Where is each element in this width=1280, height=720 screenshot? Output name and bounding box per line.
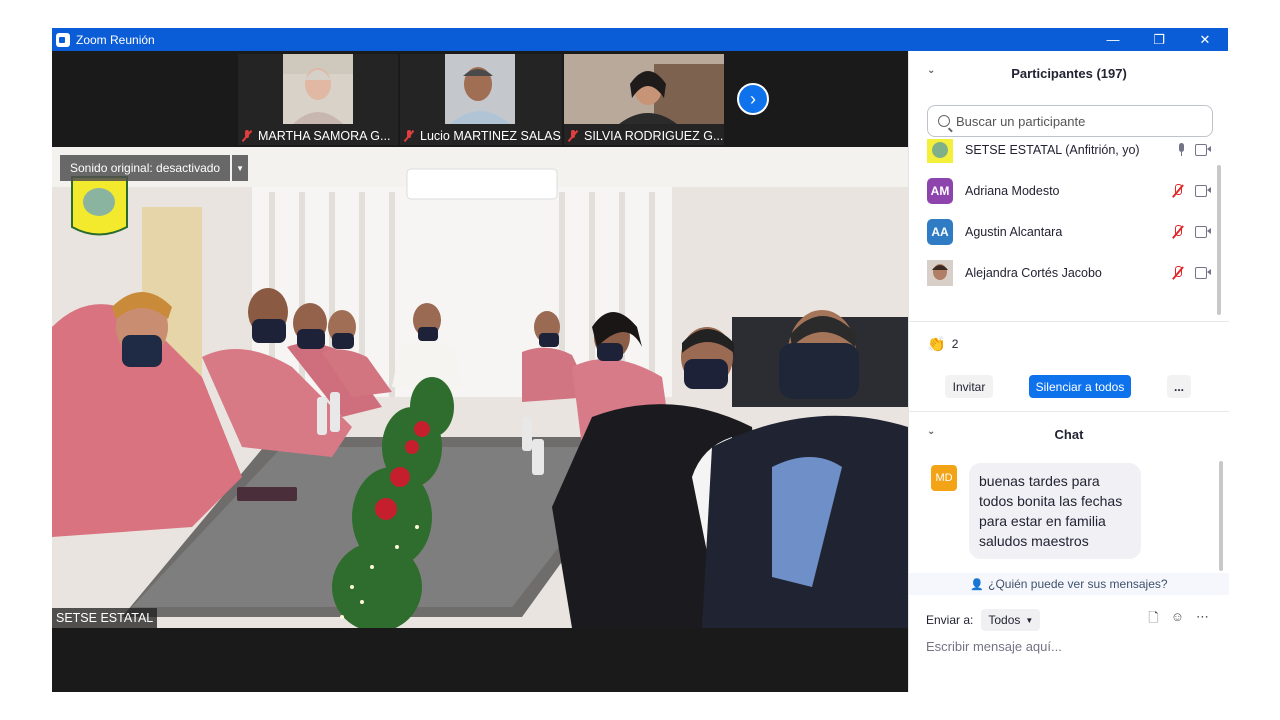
- speaker-name-label: SETSE ESTATAL: [52, 608, 158, 628]
- muted-mic-icon[interactable]: [1171, 224, 1185, 239]
- chevron-down-icon[interactable]: ⌄: [927, 426, 935, 437]
- muted-mic-icon: [404, 130, 414, 142]
- participants-header: ⌄ Participantes (197): [909, 51, 1229, 95]
- thumbnail-video[interactable]: MARTHA SAMORA G...: [238, 54, 398, 145]
- participant-video-image: [445, 54, 515, 124]
- mute-all-button[interactable]: Silenciar a todos: [1029, 375, 1131, 398]
- window-title: Zoom Reunión: [76, 32, 155, 47]
- chat-input[interactable]: [926, 635, 1216, 657]
- chat-title: Chat: [1054, 426, 1084, 442]
- avatar: MD: [931, 465, 957, 491]
- participant-name: Adriana Modesto: [965, 183, 1060, 198]
- clapping-hands-icon: 👏: [927, 336, 946, 353]
- participant-video-image: [564, 54, 724, 124]
- camera-icon[interactable]: [1195, 185, 1211, 197]
- search-placeholder: Buscar un participante: [956, 113, 1086, 129]
- send-to-label: Enviar a:: [926, 613, 974, 627]
- recipient-value: Todos: [988, 613, 1021, 627]
- muted-mic-icon: [242, 130, 252, 142]
- zoom-window: Zoom Reunión — ❐ ✕ MARTHA SAMORA G... Lu…: [52, 28, 1229, 692]
- setse-logo-icon: [927, 139, 953, 163]
- title-bar: Zoom Reunión — ❐ ✕: [52, 28, 1228, 51]
- restore-button[interactable]: ❐: [1136, 28, 1182, 51]
- muted-mic-icon: [568, 130, 578, 142]
- reactions-summary: 👏 2: [927, 335, 958, 353]
- camera-icon[interactable]: [1195, 144, 1211, 156]
- avatar: AM: [927, 177, 953, 204]
- participant-name: Agustin Alcantara: [965, 224, 1063, 239]
- emoji-icon[interactable]: ☺: [1171, 609, 1184, 631]
- thumbnail-name: MARTHA SAMORA G...: [258, 129, 391, 143]
- muted-mic-icon[interactable]: [1171, 183, 1185, 198]
- camera-icon[interactable]: [1195, 267, 1211, 279]
- participants-title: Participantes (197): [1011, 65, 1127, 81]
- meeting-room-video-image: [52, 147, 908, 628]
- who-can-see-messages[interactable]: 👤 ¿Quién puede ver sus mensajes?: [909, 573, 1229, 595]
- original-sound-label[interactable]: Sonido original: desactivado: [60, 155, 231, 181]
- participant-row[interactable]: Alejandra Cortés Jacobo: [927, 252, 1217, 293]
- participant-video-image: [283, 54, 353, 124]
- side-panel: ⌄ Participantes (197) Buscar un particip…: [908, 51, 1229, 692]
- original-sound-toggle[interactable]: Sonido original: desactivado ▼: [60, 155, 249, 181]
- participant-list-scrollbar[interactable]: [1217, 165, 1221, 315]
- more-icon[interactable]: ⋯: [1196, 609, 1209, 631]
- participant-list[interactable]: SETSE ESTATAL (Anfitrión, yo) AM Adriana…: [909, 139, 1217, 305]
- avatar: AA: [927, 218, 953, 245]
- reaction-count: 2: [951, 337, 959, 351]
- thumbnail-strip: MARTHA SAMORA G... Lucio MARTINEZ SALAS: [52, 51, 908, 147]
- thumbnail-video[interactable]: SILVIA RODRIGUEZ G...: [564, 54, 724, 145]
- minimize-button[interactable]: —: [1090, 28, 1136, 51]
- video-bottom-bar: [52, 628, 908, 692]
- chat-message: MD buenas tardes para todos bonita las f…: [931, 463, 1141, 559]
- main-speaker-video[interactable]: Sonido original: desactivado ▼ SETSE EST…: [52, 147, 908, 628]
- chevron-down-icon: ▼: [1025, 615, 1034, 625]
- invite-button[interactable]: Invitar: [945, 375, 993, 398]
- search-icon: [938, 115, 950, 127]
- mic-icon[interactable]: [1177, 143, 1185, 156]
- video-area: MARTHA SAMORA G... Lucio MARTINEZ SALAS: [52, 51, 908, 692]
- chat-message-text: buenas tardes para todos bonita las fech…: [969, 463, 1141, 559]
- thumbnail-name: Lucio MARTINEZ SALAS: [420, 129, 561, 143]
- chat-header: ⌄ Chat: [909, 412, 1229, 456]
- next-page-arrow-icon[interactable]: ›: [737, 83, 769, 115]
- avatar: [927, 139, 953, 163]
- participant-row[interactable]: SETSE ESTATAL (Anfitrión, yo): [927, 139, 1217, 170]
- close-button[interactable]: ✕: [1182, 28, 1228, 51]
- person-icon: 👤: [970, 578, 985, 591]
- file-icon[interactable]: 🗋: [1148, 609, 1158, 631]
- participant-name: Alejandra Cortés Jacobo: [965, 265, 1102, 280]
- divider: [909, 321, 1229, 322]
- profile-photo-icon: [927, 259, 953, 286]
- zoom-logo-icon: [56, 32, 70, 47]
- recipient-dropdown[interactable]: Todos ▼: [981, 609, 1041, 631]
- who-can-see-label[interactable]: ¿Quién puede ver sus mensajes?: [988, 577, 1167, 591]
- participant-row[interactable]: AA Agustin Alcantara: [927, 211, 1217, 252]
- participant-row[interactable]: AM Adriana Modesto: [927, 170, 1217, 211]
- chat-scrollbar[interactable]: [1219, 461, 1223, 571]
- send-to-row: Enviar a: Todos ▼ 🗋 ☺ ⋯: [909, 607, 1229, 633]
- thumbnail-video[interactable]: Lucio MARTINEZ SALAS: [400, 54, 562, 145]
- camera-icon[interactable]: [1195, 226, 1211, 238]
- thumbnail-name: SILVIA RODRIGUEZ G...: [584, 129, 724, 143]
- muted-mic-icon[interactable]: [1171, 265, 1185, 280]
- avatar: [927, 259, 953, 286]
- participant-search[interactable]: Buscar un participante: [927, 105, 1213, 137]
- more-options-button[interactable]: ...: [1167, 375, 1191, 398]
- participant-name: SETSE ESTATAL (Anfitrión, yo): [965, 142, 1140, 157]
- chevron-down-icon[interactable]: ⌄: [927, 65, 935, 76]
- chevron-down-icon[interactable]: ▼: [232, 155, 249, 181]
- participant-actions: Invitar Silenciar a todos ...: [909, 371, 1229, 403]
